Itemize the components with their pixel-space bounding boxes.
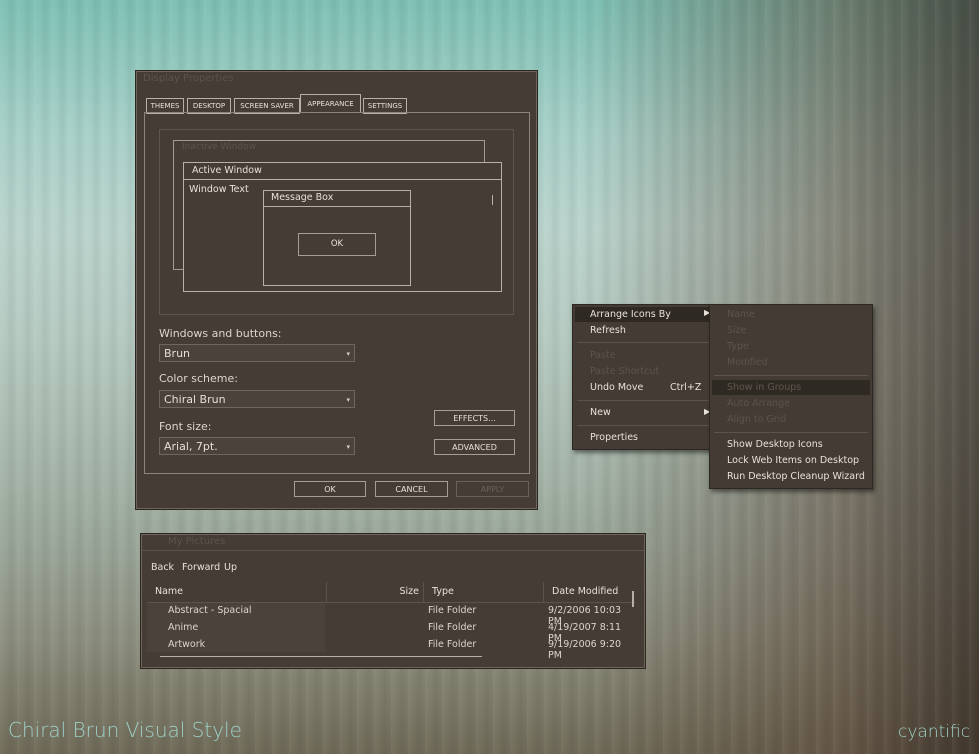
explorer-window: My Pictures Back Forward Up Name Size Ty… [141,534,645,668]
menu-item-new[interactable]: New [590,407,611,418]
desktop-context-menu: Arrange Icons By ▶ Refresh Paste Paste S… [572,304,714,450]
submenu-item-show-in-groups[interactable]: Show in Groups [727,382,801,393]
submenu-item-size[interactable]: Size [727,325,747,336]
file-list: Name Size Type Date Modified Abstract - … [147,582,635,661]
message-box-ok-button[interactable]: OK [298,233,376,256]
submenu-item-type[interactable]: Type [727,341,749,352]
column-header-type[interactable]: Type [424,582,544,602]
chevron-down-icon: ▾ [346,396,350,404]
back-button[interactable]: Back [151,562,174,573]
menu-separator [577,400,709,401]
table-row[interactable]: Abstract - Spacial File Folder 9/2/2006 … [147,605,632,627]
forward-button[interactable]: Forward [182,562,220,573]
menu-separator [577,342,709,343]
tab-appearance[interactable]: APPEARANCE [300,94,361,113]
row-date: 9/19/2006 9:20 PM [548,639,622,661]
submenu-item-cleanup-wizard[interactable]: Run Desktop Cleanup Wizard [727,471,865,482]
menu-item-arrange-icons-by[interactable]: Arrange Icons By [590,309,671,320]
font-size-value: Arial, 7pt. [164,440,218,453]
inactive-window-title: Inactive Window [182,142,257,152]
menu-item-refresh[interactable]: Refresh [590,325,626,336]
author-caption: cyantific [898,722,971,742]
preview-scrollbar [492,195,493,205]
menu-item-properties[interactable]: Properties [590,432,638,443]
arrange-icons-submenu: Name Size Type Modified Show in Groups A… [709,304,873,489]
color-scheme-value: Chiral Brun [164,393,226,406]
menu-separator [714,375,868,376]
windows-buttons-select[interactable]: Brun ▾ [159,344,355,362]
undo-shortcut: Ctrl+Z [670,382,702,393]
menu-separator [577,425,709,426]
column-header-size[interactable]: Size [327,582,424,602]
table-row[interactable]: Anime File Folder 4/19/2007 8:11 PM [147,622,632,644]
active-window-title-line [184,179,501,180]
row-type: File Folder [428,622,477,633]
message-box-title: Message Box [271,192,334,203]
apply-button[interactable]: APPLY [456,481,529,497]
column-header-size-label: Size [399,586,419,597]
message-box-title-line [264,206,410,207]
up-button[interactable]: Up [224,562,237,573]
windows-buttons-label: Windows and buttons: [159,327,282,340]
row-name: Anime [168,622,199,633]
row-name: Artwork [168,639,206,650]
column-header-name[interactable]: Name [147,582,327,602]
chevron-down-icon: ▾ [346,350,350,358]
font-size-label: Font size: [159,420,212,433]
submenu-item-align-to-grid[interactable]: Align to Grid [727,414,786,425]
submenu-item-name[interactable]: Name [727,309,755,320]
font-size-select[interactable]: Arial, 7pt. ▾ [159,437,355,455]
active-window-title: Active Window [192,165,262,176]
effects-button[interactable]: EFFECTS... [434,410,515,426]
color-scheme-select[interactable]: Chiral Brun ▾ [159,390,355,408]
advanced-button[interactable]: ADVANCED [434,439,515,455]
submenu-item-auto-arrange[interactable]: Auto Arrange [727,398,790,409]
row-name: Abstract - Spacial [168,605,252,616]
cancel-button[interactable]: CANCEL [375,481,448,497]
windows-buttons-value: Brun [164,347,191,360]
ok-button[interactable]: OK [294,481,366,497]
display-properties-window: Display Properties THEMES DESKTOP SCREEN… [136,71,537,509]
submenu-item-show-desktop-icons[interactable]: Show Desktop Icons [727,439,823,450]
row-type: File Folder [428,639,477,650]
style-name-caption: Chiral Brun Visual Style [8,718,242,742]
table-row[interactable]: Artwork File Folder 9/19/2006 9:20 PM [147,639,632,661]
menu-item-paste[interactable]: Paste [590,350,616,361]
window-title: Display Properties [143,73,234,84]
vertical-scrollbar[interactable] [632,591,634,607]
submenu-item-lock-web-items[interactable]: Lock Web Items on Desktop [727,455,859,466]
explorer-title-line [142,550,644,551]
column-header-date[interactable]: Date Modified [544,582,632,602]
window-text: Window Text [189,184,249,195]
menu-item-undo-move[interactable]: Undo Move [590,382,643,393]
explorer-title: My Pictures [168,536,226,547]
menu-item-paste-shortcut[interactable]: Paste Shortcut [590,366,659,377]
color-scheme-label: Color scheme: [159,372,238,385]
message-box-preview: Message Box OK [263,190,411,286]
horizontal-scrollbar[interactable] [160,656,482,657]
submenu-item-modified[interactable]: Modified [727,357,768,368]
chevron-down-icon: ▾ [346,443,350,451]
menu-separator [714,432,868,433]
row-type: File Folder [428,605,477,616]
